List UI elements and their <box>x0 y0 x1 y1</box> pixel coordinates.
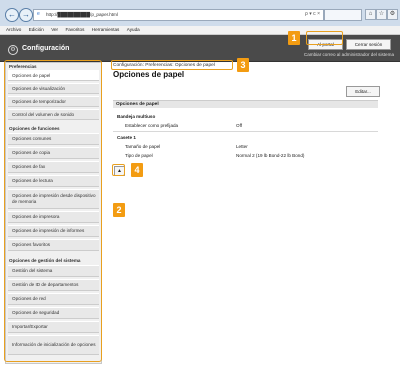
url-text: http://██████████/p_paper.html <box>46 12 118 17</box>
callout-3: 3 <box>237 58 249 72</box>
settings-logo-icon: ⚙ <box>8 45 18 55</box>
menu-ver[interactable]: Ver <box>51 27 58 32</box>
callout-4-highlight <box>112 164 125 176</box>
callout-1: 1 <box>288 31 300 45</box>
callout-2-highlight <box>4 60 102 362</box>
app-title: Configuración <box>22 45 70 52</box>
tools-icon[interactable]: ⚙ <box>387 9 398 20</box>
address-controls[interactable]: ρ ▾ c × <box>305 11 320 17</box>
drawer1-title: Casete 1 <box>117 135 136 140</box>
home-icon[interactable]: ⌂ <box>365 9 376 20</box>
multi-tray-title: Bandeja multiuso <box>117 114 156 119</box>
section-title: Opciones de papel <box>116 102 159 107</box>
browser-tab[interactable] <box>324 9 362 21</box>
menu-archivo[interactable]: Archivo <box>6 27 21 32</box>
favorites-icon[interactable]: ☆ <box>376 9 387 20</box>
section-header: Opciones de papel <box>113 100 378 108</box>
logout-button[interactable]: Cerrar sesión <box>346 39 391 50</box>
paper-size-value: Letter <box>236 144 248 149</box>
menu-herramientas[interactable]: Herramientas <box>92 27 120 32</box>
address-bar[interactable]: e http://██████████/p_paper.html ρ ▾ c × <box>33 9 324 21</box>
forward-icon[interactable]: → <box>19 8 33 22</box>
menu-ayuda[interactable]: Ayuda <box>127 27 140 32</box>
default-label: Establecer como prefijada <box>125 123 179 128</box>
paper-size-label: Tamaño de papel <box>125 144 161 149</box>
callout-1-highlight <box>306 31 343 45</box>
divider <box>113 131 378 132</box>
callout-2: 2 <box>113 203 125 217</box>
menu-edicion[interactable]: Edición <box>29 27 44 32</box>
default-value: Off <box>236 123 243 128</box>
page-title: Opciones de papel <box>113 70 185 79</box>
paper-type-value: Normal 2 (19 lb Bond-22 lb Bond) <box>236 153 305 158</box>
admin-note: Cambiar correo al administrador del sist… <box>303 52 394 57</box>
back-icon[interactable]: ← <box>5 8 19 22</box>
callout-4: 4 <box>131 163 143 177</box>
callout-3-highlight <box>111 60 233 70</box>
paper-type-label: Tipo de papel <box>125 153 153 158</box>
edit-button[interactable]: Editar... <box>346 86 380 97</box>
menu-favoritos[interactable]: Favoritos <box>65 27 84 32</box>
page-icon: e <box>37 11 40 17</box>
